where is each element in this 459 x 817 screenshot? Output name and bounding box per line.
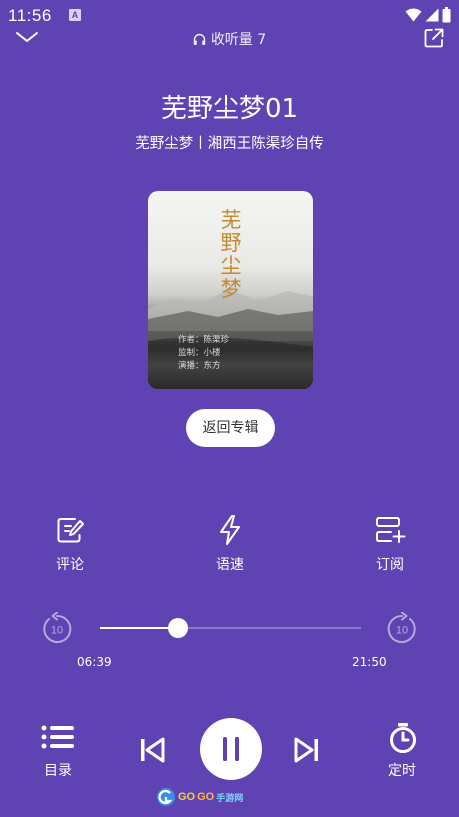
next-track-button[interactable] [292, 737, 320, 763]
comment-label: 评论 [56, 557, 84, 573]
subscribe-button[interactable]: 订阅 [355, 512, 425, 574]
speed-label: 语速 [216, 557, 244, 573]
progress-thumb[interactable] [168, 618, 188, 638]
back-to-album-button[interactable]: 返回专辑 [186, 409, 275, 447]
cover-credit-producer: 监制：小楼 [178, 348, 221, 358]
watermark-text-b: GO [197, 791, 215, 803]
track-subtitle: 芜野尘梦丨湘西王陈渠珍自传 [135, 136, 324, 152]
listen-count: 收听量 7 [0, 29, 459, 50]
total-time: 21:50 [352, 655, 387, 669]
album-cover: 芜野尘梦 作者：陈渠珍 监制：小楼 演播：东方 [148, 191, 313, 389]
cover-credit-narrator: 演播：东方 [178, 361, 221, 371]
forward-10-button[interactable]: 10 [385, 611, 419, 646]
rewind-icon: 10 [43, 611, 72, 643]
watermark-text-a: GO [178, 791, 196, 803]
subscribe-label: 订阅 [376, 557, 404, 573]
skip-previous-icon [141, 737, 165, 763]
headphones-icon [193, 33, 206, 45]
forward-icon: 10 [387, 611, 416, 643]
catalog-label: 目录 [44, 763, 72, 779]
previous-track-button[interactable] [139, 737, 167, 763]
forward-seconds: 10 [396, 625, 408, 637]
subscribe-add-icon [376, 517, 406, 543]
share-button[interactable] [423, 27, 445, 49]
signal-icon [425, 8, 439, 22]
timer-label: 定时 [388, 763, 416, 779]
status-app-badge: A [69, 9, 81, 21]
listen-count-label: 收听量 7 [210, 32, 267, 48]
current-time: 06:39 [77, 655, 112, 669]
rewind-10-button[interactable]: 10 [40, 611, 74, 646]
catalog-button[interactable]: 目录 [28, 724, 88, 780]
comment-button[interactable]: 评论 [35, 512, 105, 574]
progress-slider[interactable] [100, 618, 361, 638]
track-title: 芜野尘梦01 [160, 94, 299, 124]
timer-button[interactable]: 定时 [372, 722, 432, 780]
share-external-icon [424, 28, 444, 48]
comment-edit-icon [57, 518, 84, 543]
rewind-seconds: 10 [51, 625, 63, 637]
lightning-icon [220, 515, 240, 545]
cover-credits: 作者：陈渠珍 监制：小楼 演播：东方 [178, 334, 229, 373]
battery-icon [442, 7, 451, 23]
status-time: 11:56 [8, 6, 52, 25]
pause-icon [223, 737, 239, 761]
speed-button[interactable]: 语速 [195, 512, 265, 574]
pause-button[interactable] [200, 718, 262, 780]
cover-credit-author: 作者：陈渠珍 [178, 335, 230, 345]
list-icon [41, 725, 74, 749]
cover-title: 芜野尘梦 [220, 208, 242, 301]
wifi-icon [405, 8, 422, 22]
stopwatch-icon [390, 723, 416, 753]
watermark-logo: GO GO 手游网 [156, 787, 243, 807]
watermark-globe-icon [157, 788, 175, 806]
progress-fill [100, 627, 178, 629]
status-icons [405, 7, 451, 23]
watermark-text-c: 手游网 [216, 792, 244, 803]
skip-next-icon [294, 737, 318, 763]
